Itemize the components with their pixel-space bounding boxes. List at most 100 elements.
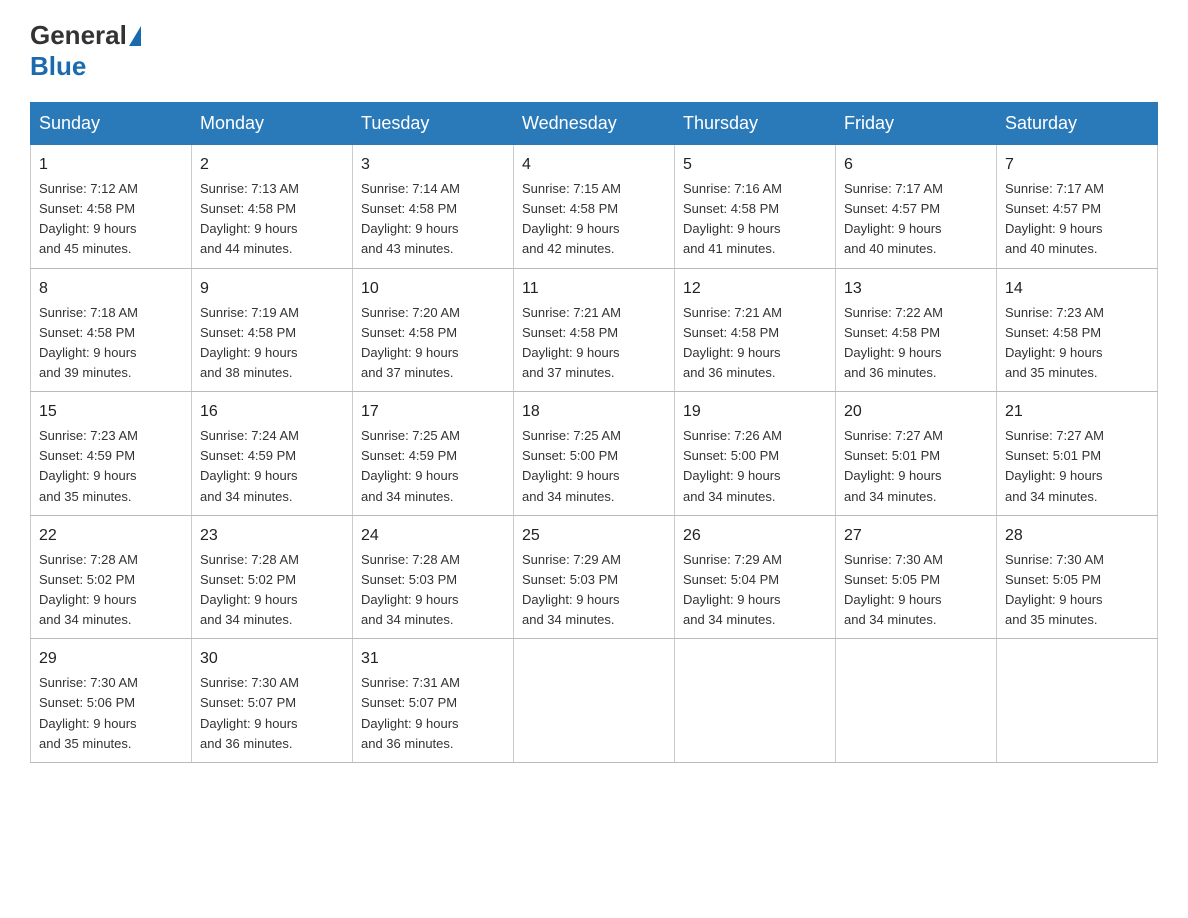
logo: General Blue [30, 20, 143, 82]
day-info: Sunrise: 7:20 AMSunset: 4:58 PMDaylight:… [361, 305, 460, 380]
calendar-cell [997, 639, 1158, 763]
calendar-cell: 18 Sunrise: 7:25 AMSunset: 5:00 PMDaylig… [514, 392, 675, 516]
day-number: 21 [1005, 400, 1149, 424]
calendar-cell: 11 Sunrise: 7:21 AMSunset: 4:58 PMDaylig… [514, 268, 675, 392]
day-number: 4 [522, 153, 666, 177]
calendar-cell: 12 Sunrise: 7:21 AMSunset: 4:58 PMDaylig… [675, 268, 836, 392]
day-number: 15 [39, 400, 183, 424]
week-row-4: 22 Sunrise: 7:28 AMSunset: 5:02 PMDaylig… [31, 515, 1158, 639]
logo-triangle-icon [129, 26, 141, 46]
calendar-cell: 24 Sunrise: 7:28 AMSunset: 5:03 PMDaylig… [353, 515, 514, 639]
calendar-cell: 29 Sunrise: 7:30 AMSunset: 5:06 PMDaylig… [31, 639, 192, 763]
calendar-cell: 10 Sunrise: 7:20 AMSunset: 4:58 PMDaylig… [353, 268, 514, 392]
week-row-2: 8 Sunrise: 7:18 AMSunset: 4:58 PMDayligh… [31, 268, 1158, 392]
day-info: Sunrise: 7:21 AMSunset: 4:58 PMDaylight:… [683, 305, 782, 380]
day-headers-row: SundayMondayTuesdayWednesdayThursdayFrid… [31, 103, 1158, 145]
calendar-cell: 17 Sunrise: 7:25 AMSunset: 4:59 PMDaylig… [353, 392, 514, 516]
day-number: 7 [1005, 153, 1149, 177]
calendar-cell: 16 Sunrise: 7:24 AMSunset: 4:59 PMDaylig… [192, 392, 353, 516]
calendar-cell: 2 Sunrise: 7:13 AMSunset: 4:58 PMDayligh… [192, 145, 353, 269]
day-info: Sunrise: 7:27 AMSunset: 5:01 PMDaylight:… [1005, 428, 1104, 503]
day-info: Sunrise: 7:17 AMSunset: 4:57 PMDaylight:… [844, 181, 943, 256]
calendar-cell: 20 Sunrise: 7:27 AMSunset: 5:01 PMDaylig… [836, 392, 997, 516]
day-info: Sunrise: 7:22 AMSunset: 4:58 PMDaylight:… [844, 305, 943, 380]
day-number: 19 [683, 400, 827, 424]
day-info: Sunrise: 7:12 AMSunset: 4:58 PMDaylight:… [39, 181, 138, 256]
week-row-5: 29 Sunrise: 7:30 AMSunset: 5:06 PMDaylig… [31, 639, 1158, 763]
day-number: 24 [361, 524, 505, 548]
day-header-monday: Monday [192, 103, 353, 145]
day-info: Sunrise: 7:19 AMSunset: 4:58 PMDaylight:… [200, 305, 299, 380]
calendar-cell: 31 Sunrise: 7:31 AMSunset: 5:07 PMDaylig… [353, 639, 514, 763]
day-info: Sunrise: 7:24 AMSunset: 4:59 PMDaylight:… [200, 428, 299, 503]
day-info: Sunrise: 7:28 AMSunset: 5:03 PMDaylight:… [361, 552, 460, 627]
calendar-cell: 27 Sunrise: 7:30 AMSunset: 5:05 PMDaylig… [836, 515, 997, 639]
calendar-cell [675, 639, 836, 763]
day-info: Sunrise: 7:30 AMSunset: 5:05 PMDaylight:… [1005, 552, 1104, 627]
day-header-tuesday: Tuesday [353, 103, 514, 145]
calendar-table: SundayMondayTuesdayWednesdayThursdayFrid… [30, 102, 1158, 763]
day-info: Sunrise: 7:30 AMSunset: 5:07 PMDaylight:… [200, 675, 299, 750]
calendar-cell: 5 Sunrise: 7:16 AMSunset: 4:58 PMDayligh… [675, 145, 836, 269]
calendar-cell: 3 Sunrise: 7:14 AMSunset: 4:58 PMDayligh… [353, 145, 514, 269]
day-info: Sunrise: 7:25 AMSunset: 5:00 PMDaylight:… [522, 428, 621, 503]
day-info: Sunrise: 7:23 AMSunset: 4:58 PMDaylight:… [1005, 305, 1104, 380]
day-info: Sunrise: 7:21 AMSunset: 4:58 PMDaylight:… [522, 305, 621, 380]
day-number: 20 [844, 400, 988, 424]
day-info: Sunrise: 7:27 AMSunset: 5:01 PMDaylight:… [844, 428, 943, 503]
day-number: 30 [200, 647, 344, 671]
day-number: 18 [522, 400, 666, 424]
calendar-cell: 22 Sunrise: 7:28 AMSunset: 5:02 PMDaylig… [31, 515, 192, 639]
week-row-1: 1 Sunrise: 7:12 AMSunset: 4:58 PMDayligh… [31, 145, 1158, 269]
logo-general-text: General [30, 20, 127, 51]
day-number: 16 [200, 400, 344, 424]
day-info: Sunrise: 7:28 AMSunset: 5:02 PMDaylight:… [200, 552, 299, 627]
day-info: Sunrise: 7:25 AMSunset: 4:59 PMDaylight:… [361, 428, 460, 503]
day-info: Sunrise: 7:14 AMSunset: 4:58 PMDaylight:… [361, 181, 460, 256]
day-header-saturday: Saturday [997, 103, 1158, 145]
calendar-cell: 1 Sunrise: 7:12 AMSunset: 4:58 PMDayligh… [31, 145, 192, 269]
calendar-cell [514, 639, 675, 763]
day-number: 14 [1005, 277, 1149, 301]
calendar-cell [836, 639, 997, 763]
calendar-cell: 14 Sunrise: 7:23 AMSunset: 4:58 PMDaylig… [997, 268, 1158, 392]
day-number: 25 [522, 524, 666, 548]
day-number: 11 [522, 277, 666, 301]
day-number: 9 [200, 277, 344, 301]
page-header: General Blue [30, 20, 1158, 82]
day-number: 13 [844, 277, 988, 301]
day-info: Sunrise: 7:23 AMSunset: 4:59 PMDaylight:… [39, 428, 138, 503]
day-number: 28 [1005, 524, 1149, 548]
calendar-cell: 8 Sunrise: 7:18 AMSunset: 4:58 PMDayligh… [31, 268, 192, 392]
day-info: Sunrise: 7:13 AMSunset: 4:58 PMDaylight:… [200, 181, 299, 256]
day-info: Sunrise: 7:28 AMSunset: 5:02 PMDaylight:… [39, 552, 138, 627]
day-info: Sunrise: 7:31 AMSunset: 5:07 PMDaylight:… [361, 675, 460, 750]
day-number: 12 [683, 277, 827, 301]
day-number: 8 [39, 277, 183, 301]
day-number: 26 [683, 524, 827, 548]
calendar-cell: 23 Sunrise: 7:28 AMSunset: 5:02 PMDaylig… [192, 515, 353, 639]
logo-blue-text: Blue [30, 51, 86, 82]
day-number: 1 [39, 153, 183, 177]
calendar-cell: 30 Sunrise: 7:30 AMSunset: 5:07 PMDaylig… [192, 639, 353, 763]
calendar-cell: 19 Sunrise: 7:26 AMSunset: 5:00 PMDaylig… [675, 392, 836, 516]
day-info: Sunrise: 7:29 AMSunset: 5:04 PMDaylight:… [683, 552, 782, 627]
day-number: 3 [361, 153, 505, 177]
calendar-cell: 6 Sunrise: 7:17 AMSunset: 4:57 PMDayligh… [836, 145, 997, 269]
day-info: Sunrise: 7:18 AMSunset: 4:58 PMDaylight:… [39, 305, 138, 380]
day-info: Sunrise: 7:16 AMSunset: 4:58 PMDaylight:… [683, 181, 782, 256]
day-info: Sunrise: 7:15 AMSunset: 4:58 PMDaylight:… [522, 181, 621, 256]
day-number: 5 [683, 153, 827, 177]
day-number: 27 [844, 524, 988, 548]
calendar-cell: 26 Sunrise: 7:29 AMSunset: 5:04 PMDaylig… [675, 515, 836, 639]
week-row-3: 15 Sunrise: 7:23 AMSunset: 4:59 PMDaylig… [31, 392, 1158, 516]
day-info: Sunrise: 7:26 AMSunset: 5:00 PMDaylight:… [683, 428, 782, 503]
day-header-wednesday: Wednesday [514, 103, 675, 145]
day-number: 23 [200, 524, 344, 548]
day-number: 6 [844, 153, 988, 177]
calendar-cell: 9 Sunrise: 7:19 AMSunset: 4:58 PMDayligh… [192, 268, 353, 392]
day-number: 10 [361, 277, 505, 301]
calendar-cell: 15 Sunrise: 7:23 AMSunset: 4:59 PMDaylig… [31, 392, 192, 516]
day-number: 22 [39, 524, 183, 548]
day-info: Sunrise: 7:29 AMSunset: 5:03 PMDaylight:… [522, 552, 621, 627]
